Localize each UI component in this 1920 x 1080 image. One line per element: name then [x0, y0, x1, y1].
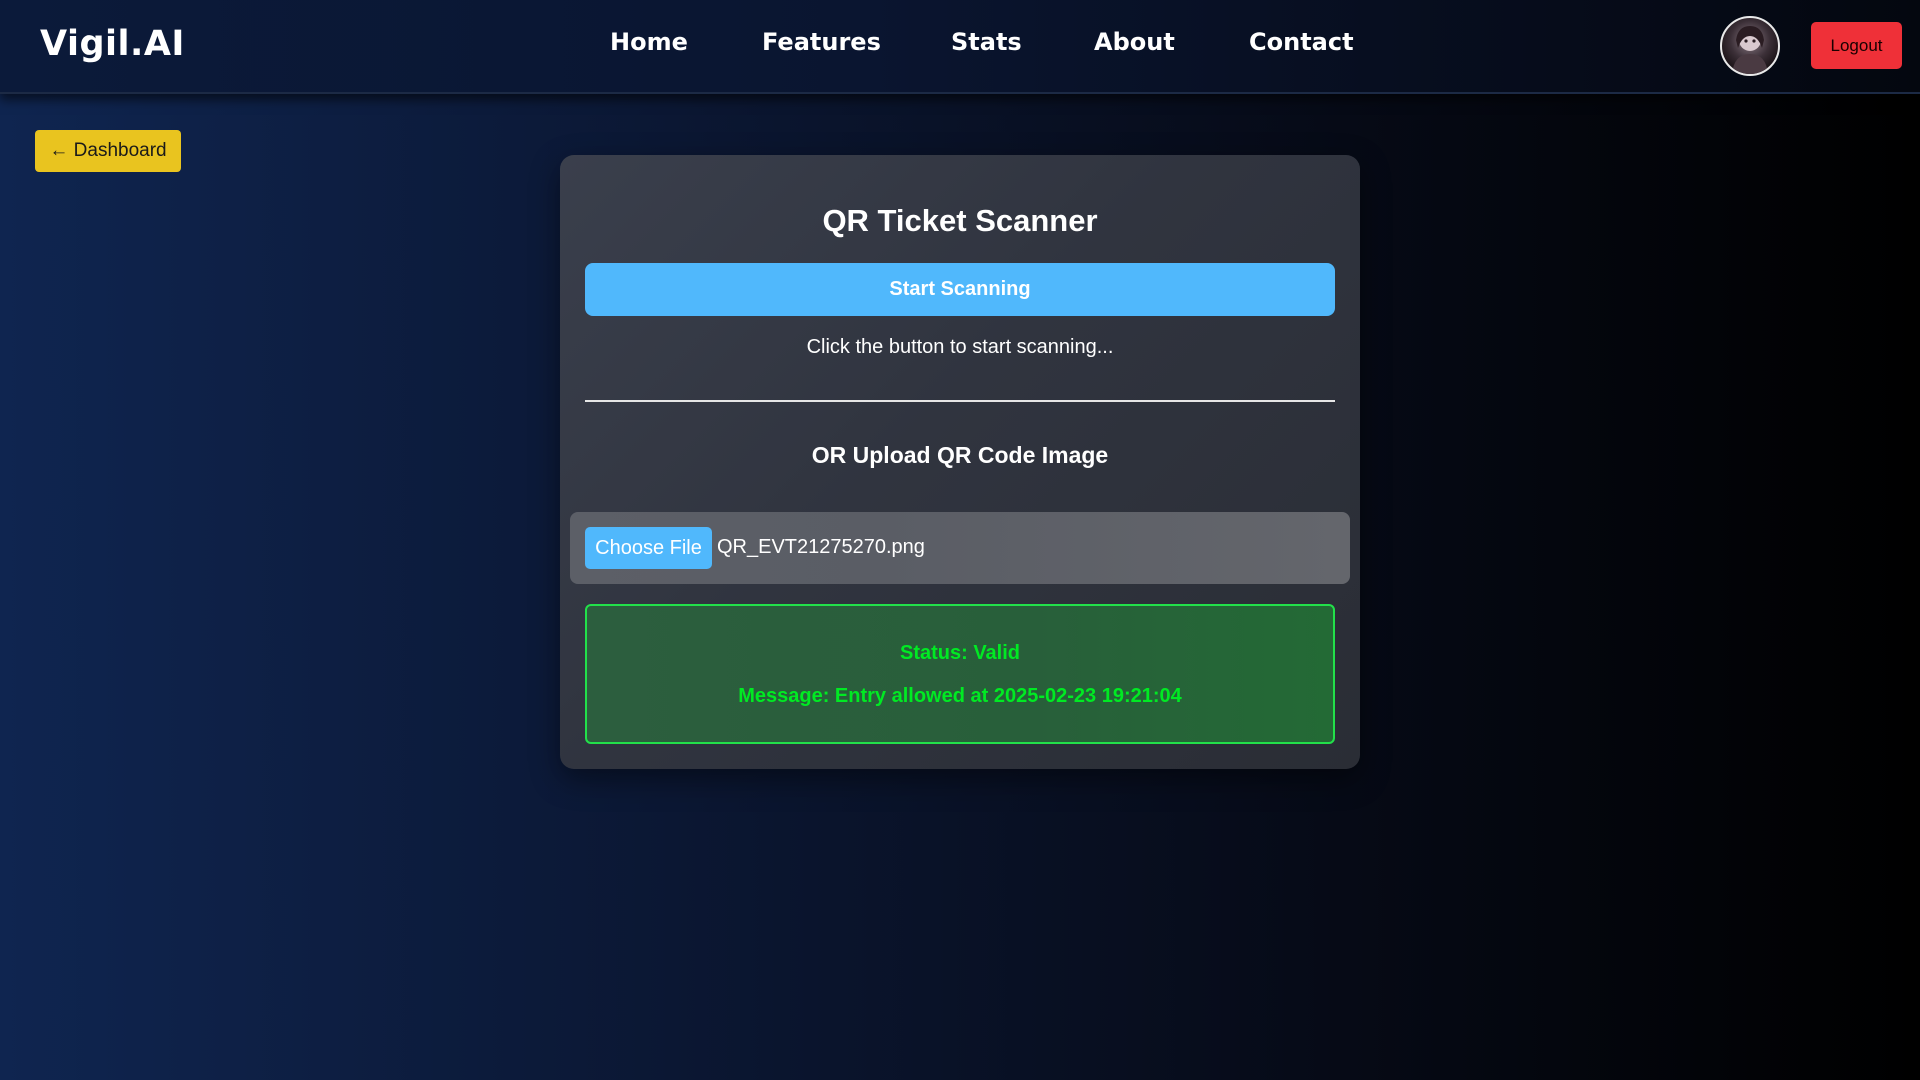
- nav-about[interactable]: About: [1094, 28, 1175, 56]
- choose-file-button[interactable]: Choose File: [585, 527, 712, 569]
- status-text: Status: Valid: [899, 642, 1021, 664]
- logout-button[interactable]: Logout: [1811, 22, 1902, 69]
- avatar-body: [1732, 54, 1768, 74]
- nav-features[interactable]: Features: [762, 28, 881, 56]
- nav-links: Home Features Stats About Contact: [0, 28, 1920, 64]
- top-navbar: Vigil.AI Home Features Stats About Conta…: [0, 0, 1920, 94]
- nav-contact[interactable]: Contact: [1249, 28, 1354, 56]
- start-scanning-button[interactable]: Start Scanning: [585, 263, 1335, 316]
- scanner-title: QR Ticket Scanner: [822, 203, 1098, 238]
- qr-scanner-card: QR Ticket Scanner Start Scanning Click t…: [560, 155, 1360, 769]
- nav-home[interactable]: Home: [610, 28, 688, 56]
- avatar-eye-right: [1752, 39, 1756, 43]
- back-to-dashboard-button[interactable]: ← Dashboard: [35, 130, 181, 172]
- avatar-eye-left: [1744, 39, 1748, 43]
- avatar-image: [1732, 26, 1768, 74]
- section-divider: [585, 400, 1335, 402]
- nav-stats[interactable]: Stats: [951, 28, 1022, 56]
- selected-file-name: QR_EVT21275270.png: [717, 536, 925, 558]
- scan-result-panel: Status: Valid Message: Entry allowed at …: [585, 604, 1335, 744]
- upload-heading: OR Upload QR Code Image: [811, 442, 1109, 468]
- file-upload-field[interactable]: Choose File QR_EVT21275270.png: [570, 512, 1350, 584]
- status-message: Message: Entry allowed at 2025-02-23 19:…: [738, 685, 1182, 707]
- scan-hint-text: Click the button to start scanning...: [806, 336, 1114, 358]
- user-avatar-icon[interactable]: [1720, 16, 1780, 76]
